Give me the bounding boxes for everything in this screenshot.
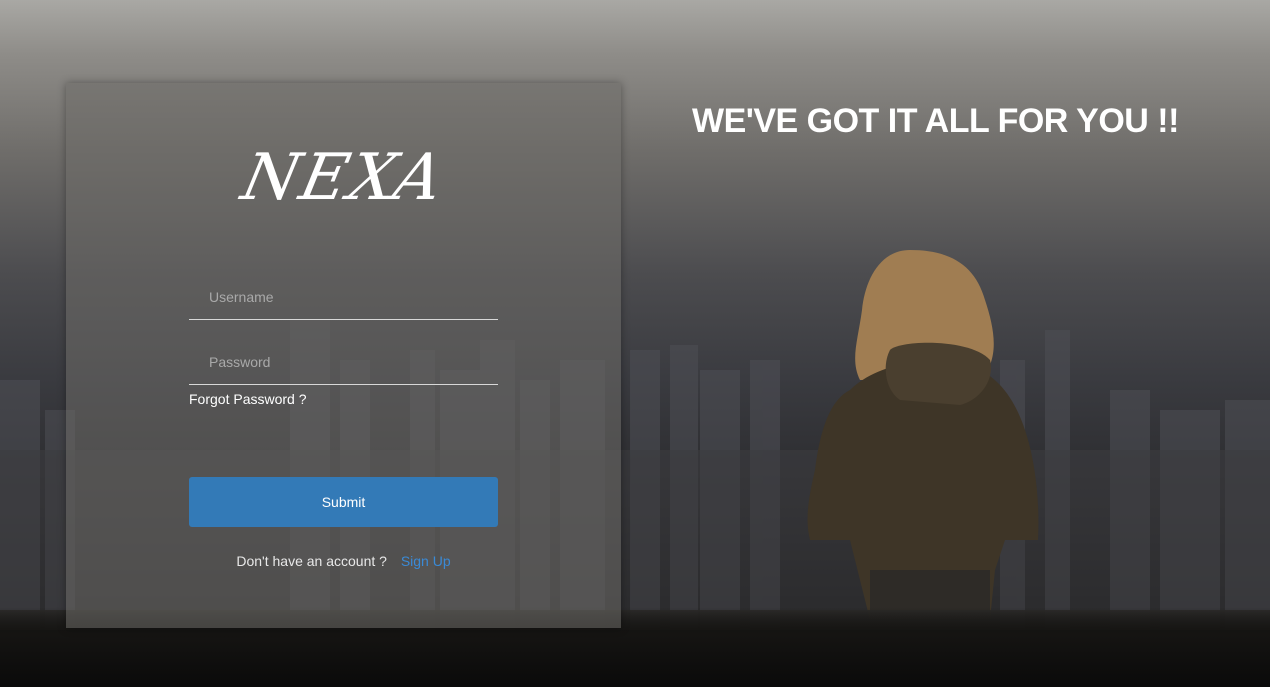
signup-row: Don't have an account ? Sign Up: [66, 553, 621, 569]
password-field[interactable]: [189, 339, 498, 385]
username-field[interactable]: [189, 274, 498, 320]
forgot-password-link[interactable]: Forgot Password ?: [189, 391, 307, 407]
hero-headline: WE'VE GOT IT ALL FOR YOU !!: [692, 102, 1179, 140]
sign-up-link[interactable]: Sign Up: [401, 553, 451, 569]
signup-prompt: Don't have an account ?: [236, 553, 387, 569]
brand-logo: NEXA: [235, 141, 452, 215]
login-card: NEXA Forgot Password ? Submit Don't have…: [66, 83, 621, 628]
woman-figure-image: [807, 250, 1039, 620]
password-input[interactable]: [189, 339, 498, 384]
submit-button[interactable]: Submit: [189, 477, 498, 527]
username-input[interactable]: [189, 274, 498, 319]
